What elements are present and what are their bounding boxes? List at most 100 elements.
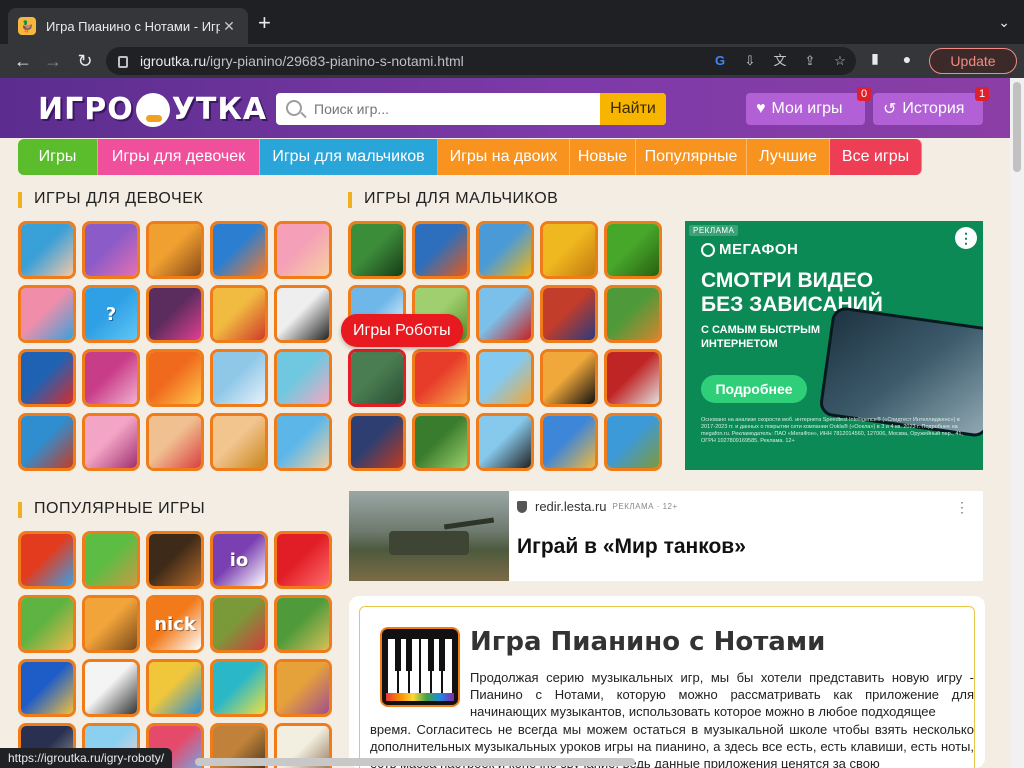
boys-game-tile[interactable] (540, 221, 598, 279)
ad-more-options-icon[interactable]: ⋮ (955, 227, 977, 249)
close-tab-icon[interactable]: ✕ (220, 18, 238, 35)
address-bar[interactable]: igroutka.ru/igry-pianino/29683-pianino-s… (106, 47, 856, 75)
popular-game-tile[interactable] (274, 595, 332, 653)
horizontal-scrollbar-thumb[interactable] (195, 758, 635, 766)
girls-game-tile[interactable] (210, 221, 268, 279)
install-app-icon[interactable]: ⇩ (742, 53, 758, 69)
search-input[interactable] (314, 93, 594, 125)
boys-game-tile[interactable] (412, 349, 470, 407)
translate-icon[interactable]: 文 (772, 53, 788, 69)
girls-game-tile[interactable] (18, 349, 76, 407)
profile-icon[interactable]: ● (898, 51, 916, 67)
boys-game-tile[interactable] (476, 413, 534, 471)
nav-item-3[interactable]: Игры на двоих (438, 139, 570, 175)
boys-game-tile[interactable] (540, 413, 598, 471)
tank-gun (443, 517, 495, 530)
forward-arrow-icon[interactable]: → (42, 50, 64, 72)
colored-notes-strip (386, 693, 454, 701)
girls-game-tile[interactable] (18, 221, 76, 279)
popular-game-tile[interactable]: nick (146, 595, 204, 653)
popular-game-tile[interactable] (82, 595, 140, 653)
girls-game-tile[interactable] (146, 413, 204, 471)
boys-game-tile[interactable] (348, 349, 406, 407)
boys-game-tile[interactable] (476, 285, 534, 343)
reload-icon[interactable]: ↻ (74, 50, 96, 72)
boys-game-tile[interactable] (412, 413, 470, 471)
boys-game-tile[interactable] (412, 221, 470, 279)
popular-game-tile[interactable] (274, 531, 332, 589)
megafon-ad-banner[interactable]: РЕКЛАМА МЕГАФОН ⋮ СМОТРИ ВИДЕО БЕЗ ЗАВИС… (685, 221, 983, 470)
google-icon[interactable]: G (712, 53, 728, 69)
game-thumbnail (607, 224, 659, 276)
back-arrow-icon[interactable]: ← (12, 50, 34, 72)
nav-item-1[interactable]: Игры для девочек (98, 139, 260, 175)
side-panel-icon[interactable]: ▮ (866, 50, 884, 67)
girls-game-tile[interactable] (18, 285, 76, 343)
game-thumbnail (277, 662, 329, 714)
boys-game-tile[interactable] (476, 221, 534, 279)
nav-item-5[interactable]: Популярные (636, 139, 747, 175)
popular-game-tile[interactable] (210, 595, 268, 653)
popular-game-tile[interactable] (18, 531, 76, 589)
girls-game-tile[interactable] (146, 285, 204, 343)
piano-game-thumbnail[interactable] (380, 627, 460, 707)
game-thumbnail (21, 416, 73, 468)
tab-search-chevron-icon[interactable]: ⌄ (998, 14, 1010, 31)
boys-game-tile[interactable] (540, 349, 598, 407)
popular-game-tile[interactable] (146, 531, 204, 589)
nav-item-7[interactable]: Все игры (830, 139, 922, 175)
site-logo[interactable]: ИГРО УТКА (38, 92, 267, 127)
scrollbar-thumb[interactable] (1013, 82, 1021, 172)
search-button[interactable]: Найти (600, 93, 666, 125)
girls-game-tile[interactable] (274, 285, 332, 343)
ad-menu-icon[interactable]: ⋮ (955, 499, 969, 516)
popular-game-tile[interactable] (18, 595, 76, 653)
boys-game-tile[interactable] (348, 413, 406, 471)
popular-game-tile[interactable] (274, 659, 332, 717)
nav-item-4[interactable]: Новые (570, 139, 636, 175)
boys-game-tile[interactable] (540, 285, 598, 343)
share-icon[interactable]: ⇪ (802, 53, 818, 69)
popular-game-tile[interactable]: io (210, 531, 268, 589)
popular-game-tile[interactable] (210, 659, 268, 717)
popular-game-tile[interactable] (82, 659, 140, 717)
game-thumbnail (85, 662, 137, 714)
boys-game-tile[interactable] (604, 221, 662, 279)
boys-game-tile[interactable] (604, 349, 662, 407)
tanks-ad-banner[interactable]: redir.lesta.ru РЕКЛАМА · 12+ ⋮ Играй в «… (349, 491, 983, 581)
nav-item-6[interactable]: Лучшие (747, 139, 830, 175)
page-scrollbar[interactable] (1010, 78, 1024, 768)
game-thumbnail (213, 224, 265, 276)
game-thumbnail (149, 662, 201, 714)
nav-item-0[interactable]: Игры (18, 139, 98, 175)
popular-game-tile[interactable] (146, 659, 204, 717)
game-thumbnail (351, 416, 403, 468)
boys-game-tile[interactable] (476, 349, 534, 407)
girls-game-tile[interactable] (146, 349, 204, 407)
boys-game-tile[interactable] (604, 413, 662, 471)
popular-game-tile[interactable] (82, 531, 140, 589)
girls-game-tile[interactable] (274, 413, 332, 471)
browser-tab[interactable]: 🦆 Игра Пианино с Нотами - Игр ✕ (8, 8, 248, 44)
bookmark-star-icon[interactable]: ☆ (832, 53, 848, 69)
update-button[interactable]: Update (929, 48, 1017, 74)
girls-game-tile[interactable] (82, 221, 140, 279)
girls-game-tile[interactable] (18, 413, 76, 471)
girls-game-tile[interactable] (146, 221, 204, 279)
girls-game-tile[interactable] (274, 349, 332, 407)
girls-game-tile[interactable] (210, 349, 268, 407)
nav-item-2[interactable]: Игры для мальчиков (260, 139, 438, 175)
history-button[interactable]: ↺ История 1 (873, 87, 989, 125)
girls-game-tile[interactable] (210, 285, 268, 343)
girls-game-tile[interactable] (210, 413, 268, 471)
ad-details-button[interactable]: Подробнее (701, 375, 807, 403)
girls-game-tile[interactable] (82, 349, 140, 407)
popular-game-tile[interactable] (18, 659, 76, 717)
new-tab-button[interactable]: + (258, 12, 271, 34)
my-games-button[interactable]: ♥ Мои игры 0 (746, 87, 871, 125)
boys-game-tile[interactable] (348, 221, 406, 279)
boys-game-tile[interactable] (604, 285, 662, 343)
girls-game-tile[interactable] (274, 221, 332, 279)
girls-game-tile[interactable] (82, 413, 140, 471)
girls-game-tile[interactable]: ? (82, 285, 140, 343)
